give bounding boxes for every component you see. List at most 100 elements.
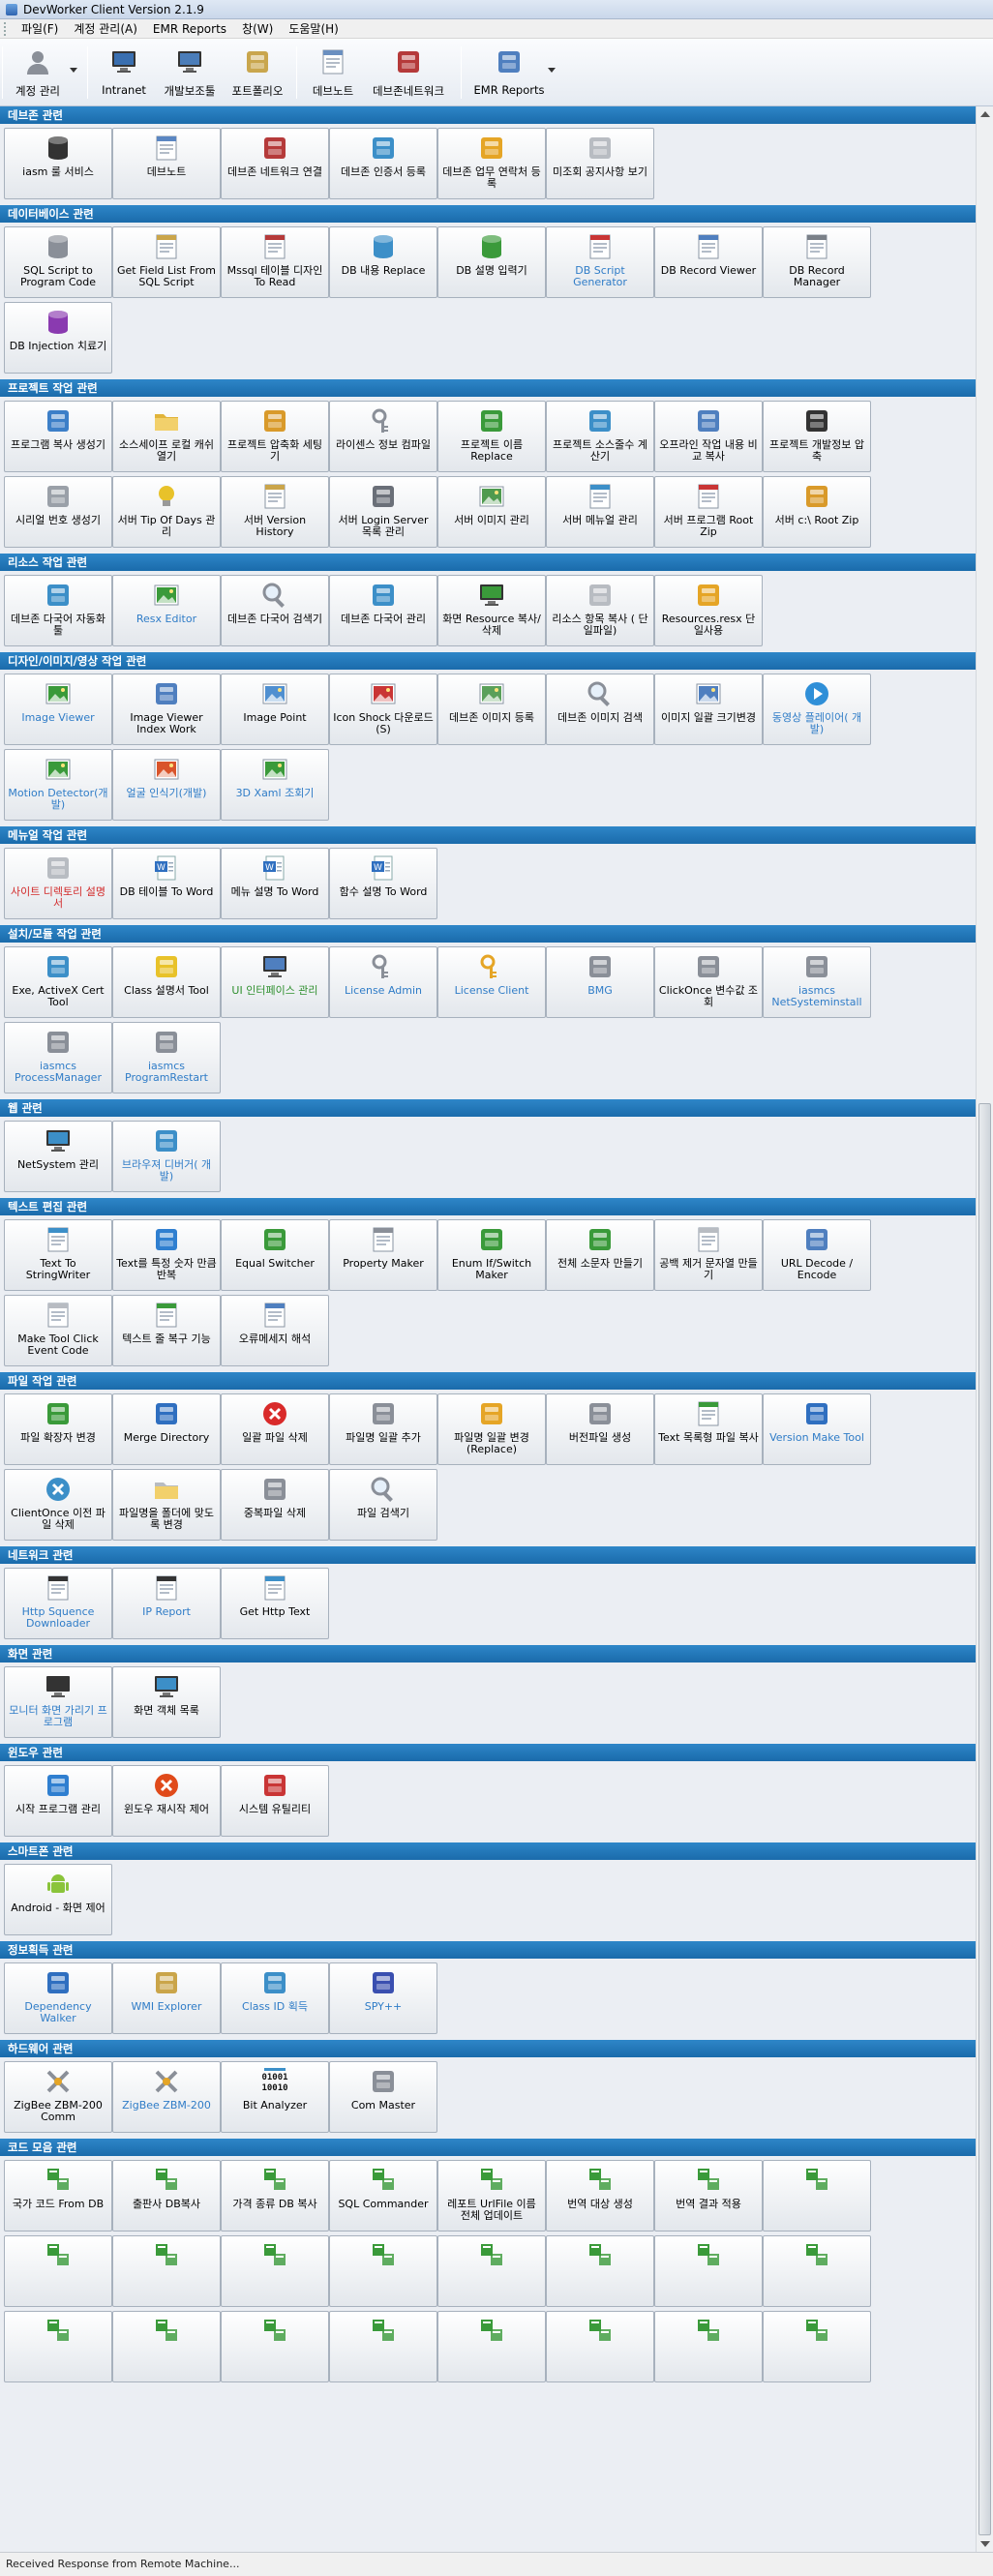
tool-button[interactable]: iasm 룰 서비스: [4, 128, 112, 199]
tool-button[interactable]: [437, 2311, 546, 2382]
tool-button[interactable]: 서버 Tip Of Days 관리: [112, 476, 221, 548]
tool-button[interactable]: 중복파일 삭제: [221, 1469, 329, 1541]
tool-button[interactable]: Get Field List From SQL Script: [112, 226, 221, 298]
tool-button[interactable]: SPY++: [329, 1962, 437, 2034]
tool-button[interactable]: 모니터 화면 가리기 프로그램: [4, 1666, 112, 1738]
tool-button[interactable]: 시리얼 번호 생성기: [4, 476, 112, 548]
tool-button[interactable]: [546, 2235, 654, 2307]
tool-button[interactable]: 출판사 DB복사: [112, 2160, 221, 2232]
tool-button[interactable]: 데브노트: [112, 128, 221, 199]
vertical-scrollbar[interactable]: [976, 106, 993, 2552]
tool-button[interactable]: 동영상 플레이어( 개발): [763, 674, 871, 745]
tool-button[interactable]: 01001 10010 Bit Analyzer: [221, 2061, 329, 2133]
tool-button[interactable]: Image Point: [221, 674, 329, 745]
tool-button[interactable]: iasmcs NetSysteminstall: [763, 946, 871, 1018]
tool-button[interactable]: 국가 코드 From DB: [4, 2160, 112, 2232]
menu-window[interactable]: 창(W): [234, 19, 281, 39]
tool-button[interactable]: Text To StringWriter: [4, 1219, 112, 1291]
tool-button[interactable]: BMG: [546, 946, 654, 1018]
tool-button[interactable]: W 함수 설명 To Word: [329, 848, 437, 919]
tool-button[interactable]: [763, 2235, 871, 2307]
tool-button[interactable]: 소스세이프 로컬 캐쉬 열기: [112, 401, 221, 472]
tool-button[interactable]: 공백 제거 문자열 만들기: [654, 1219, 763, 1291]
tool-button[interactable]: 화면 Resource 복사/삭제: [437, 575, 546, 646]
tool-button[interactable]: Mssql 테이블 디자인 To Read: [221, 226, 329, 298]
tool-button[interactable]: 데브존 다국어 자동화툴: [4, 575, 112, 646]
tool-button[interactable]: 버전파일 생성: [546, 1393, 654, 1465]
tool-button[interactable]: 프로젝트 압축화 세팅기: [221, 401, 329, 472]
tool-button[interactable]: [654, 2235, 763, 2307]
tool-button[interactable]: DB Record Manager: [763, 226, 871, 298]
tool-button[interactable]: [4, 2311, 112, 2382]
toolbar-portfolio-button[interactable]: 포트폴리오: [226, 45, 288, 103]
tool-button[interactable]: 라이센스 정보 컴파일: [329, 401, 437, 472]
tool-button[interactable]: iasmcs ProcessManager: [4, 1022, 112, 1093]
tool-button[interactable]: 서버 메뉴얼 관리: [546, 476, 654, 548]
tool-button[interactable]: 텍스트 줄 복구 기능: [112, 1295, 221, 1366]
toolbar-devzone-network-button[interactable]: 데브존네트워크: [366, 45, 451, 103]
tool-button[interactable]: ClickOnce 변수값 조회: [654, 946, 763, 1018]
tool-button[interactable]: Class 설명서 Tool: [112, 946, 221, 1018]
tool-button[interactable]: Dependency Walker: [4, 1962, 112, 2034]
tool-button[interactable]: [546, 2311, 654, 2382]
tool-button[interactable]: 데브존 네트워크 연결: [221, 128, 329, 199]
tool-button[interactable]: [763, 2160, 871, 2232]
tool-button[interactable]: Http Squence Downloader: [4, 1568, 112, 1639]
tool-button[interactable]: 시작 프로그램 관리: [4, 1765, 112, 1837]
toolbar-intranet-button[interactable]: Intranet: [95, 45, 153, 103]
tool-button[interactable]: DB Record Viewer: [654, 226, 763, 298]
tool-button[interactable]: 서버 Login Server 목록 관리: [329, 476, 437, 548]
chevron-down-icon[interactable]: [70, 68, 77, 73]
tool-button[interactable]: Icon Shock 다운로드(S): [329, 674, 437, 745]
tool-button[interactable]: DB Script Generator: [546, 226, 654, 298]
toolbar-emr-reports-button[interactable]: EMR Reports: [468, 45, 550, 103]
tool-button[interactable]: 데브존 다국어 검색기: [221, 575, 329, 646]
tool-button[interactable]: [221, 2235, 329, 2307]
tool-button[interactable]: W DB 테이블 To Word: [112, 848, 221, 919]
tool-button[interactable]: 번역 결과 적용: [654, 2160, 763, 2232]
tool-button[interactable]: 전체 소문자 만들기: [546, 1219, 654, 1291]
scroll-up-icon[interactable]: [980, 111, 990, 117]
toolbar-account-button[interactable]: 계정 관리: [8, 45, 68, 103]
tool-button[interactable]: 파일 검색기: [329, 1469, 437, 1541]
tool-button[interactable]: 파일명을 폴더에 맞도록 변경: [112, 1469, 221, 1541]
tool-button[interactable]: iasmcs ProgramRestart: [112, 1022, 221, 1093]
tool-button[interactable]: 윈도우 재시작 제어: [112, 1765, 221, 1837]
tool-button[interactable]: 브라우져 디버거( 개발): [112, 1121, 221, 1192]
tool-button[interactable]: Text 목록형 파일 복사: [654, 1393, 763, 1465]
tool-button[interactable]: 파일 확장자 변경: [4, 1393, 112, 1465]
tool-button[interactable]: 번역 대상 생성: [546, 2160, 654, 2232]
tool-button[interactable]: URL Decode / Encode: [763, 1219, 871, 1291]
tool-button[interactable]: DB 내용 Replace: [329, 226, 437, 298]
tool-button[interactable]: 일괄 파일 삭제: [221, 1393, 329, 1465]
tool-button[interactable]: 파일명 일괄 추가: [329, 1393, 437, 1465]
toolbar-devnote-button[interactable]: 데브노트: [304, 45, 362, 103]
tool-button[interactable]: Get Http Text: [221, 1568, 329, 1639]
tool-button[interactable]: WMI Explorer: [112, 1962, 221, 2034]
tool-button[interactable]: License Client: [437, 946, 546, 1018]
toolbar-devtools-button[interactable]: 개발보조툴: [155, 45, 225, 103]
tool-button[interactable]: Motion Detector(개발): [4, 749, 112, 821]
tool-button[interactable]: [329, 2235, 437, 2307]
tool-button[interactable]: DB Injection 치료기: [4, 302, 112, 374]
tool-button[interactable]: [4, 2235, 112, 2307]
tool-button[interactable]: Enum If/Switch Maker: [437, 1219, 546, 1291]
tool-button[interactable]: Image Viewer: [4, 674, 112, 745]
tool-button[interactable]: 데브존 이미지 검색: [546, 674, 654, 745]
tool-button[interactable]: SQL Commander: [329, 2160, 437, 2232]
tool-button[interactable]: DB 설명 입력기: [437, 226, 546, 298]
menu-emr-reports[interactable]: EMR Reports: [145, 19, 234, 39]
tool-button[interactable]: Image Viewer Index Work: [112, 674, 221, 745]
tool-button[interactable]: [112, 2235, 221, 2307]
tool-button[interactable]: 레포트 UrlFile 이름 전체 업데이트: [437, 2160, 546, 2232]
tool-button[interactable]: 데브존 이미지 등록: [437, 674, 546, 745]
tool-button[interactable]: [221, 2311, 329, 2382]
tool-button[interactable]: Make Tool Click Event Code: [4, 1295, 112, 1366]
tool-button[interactable]: 오류메세지 해석: [221, 1295, 329, 1366]
tool-button[interactable]: [654, 2311, 763, 2382]
tool-button[interactable]: Exe, ActiveX Cert Tool: [4, 946, 112, 1018]
menu-help[interactable]: 도움말(H): [281, 19, 346, 39]
tool-button[interactable]: 화면 객체 목록: [112, 1666, 221, 1738]
tool-button[interactable]: [329, 2311, 437, 2382]
tool-button[interactable]: 서버 Version History: [221, 476, 329, 548]
